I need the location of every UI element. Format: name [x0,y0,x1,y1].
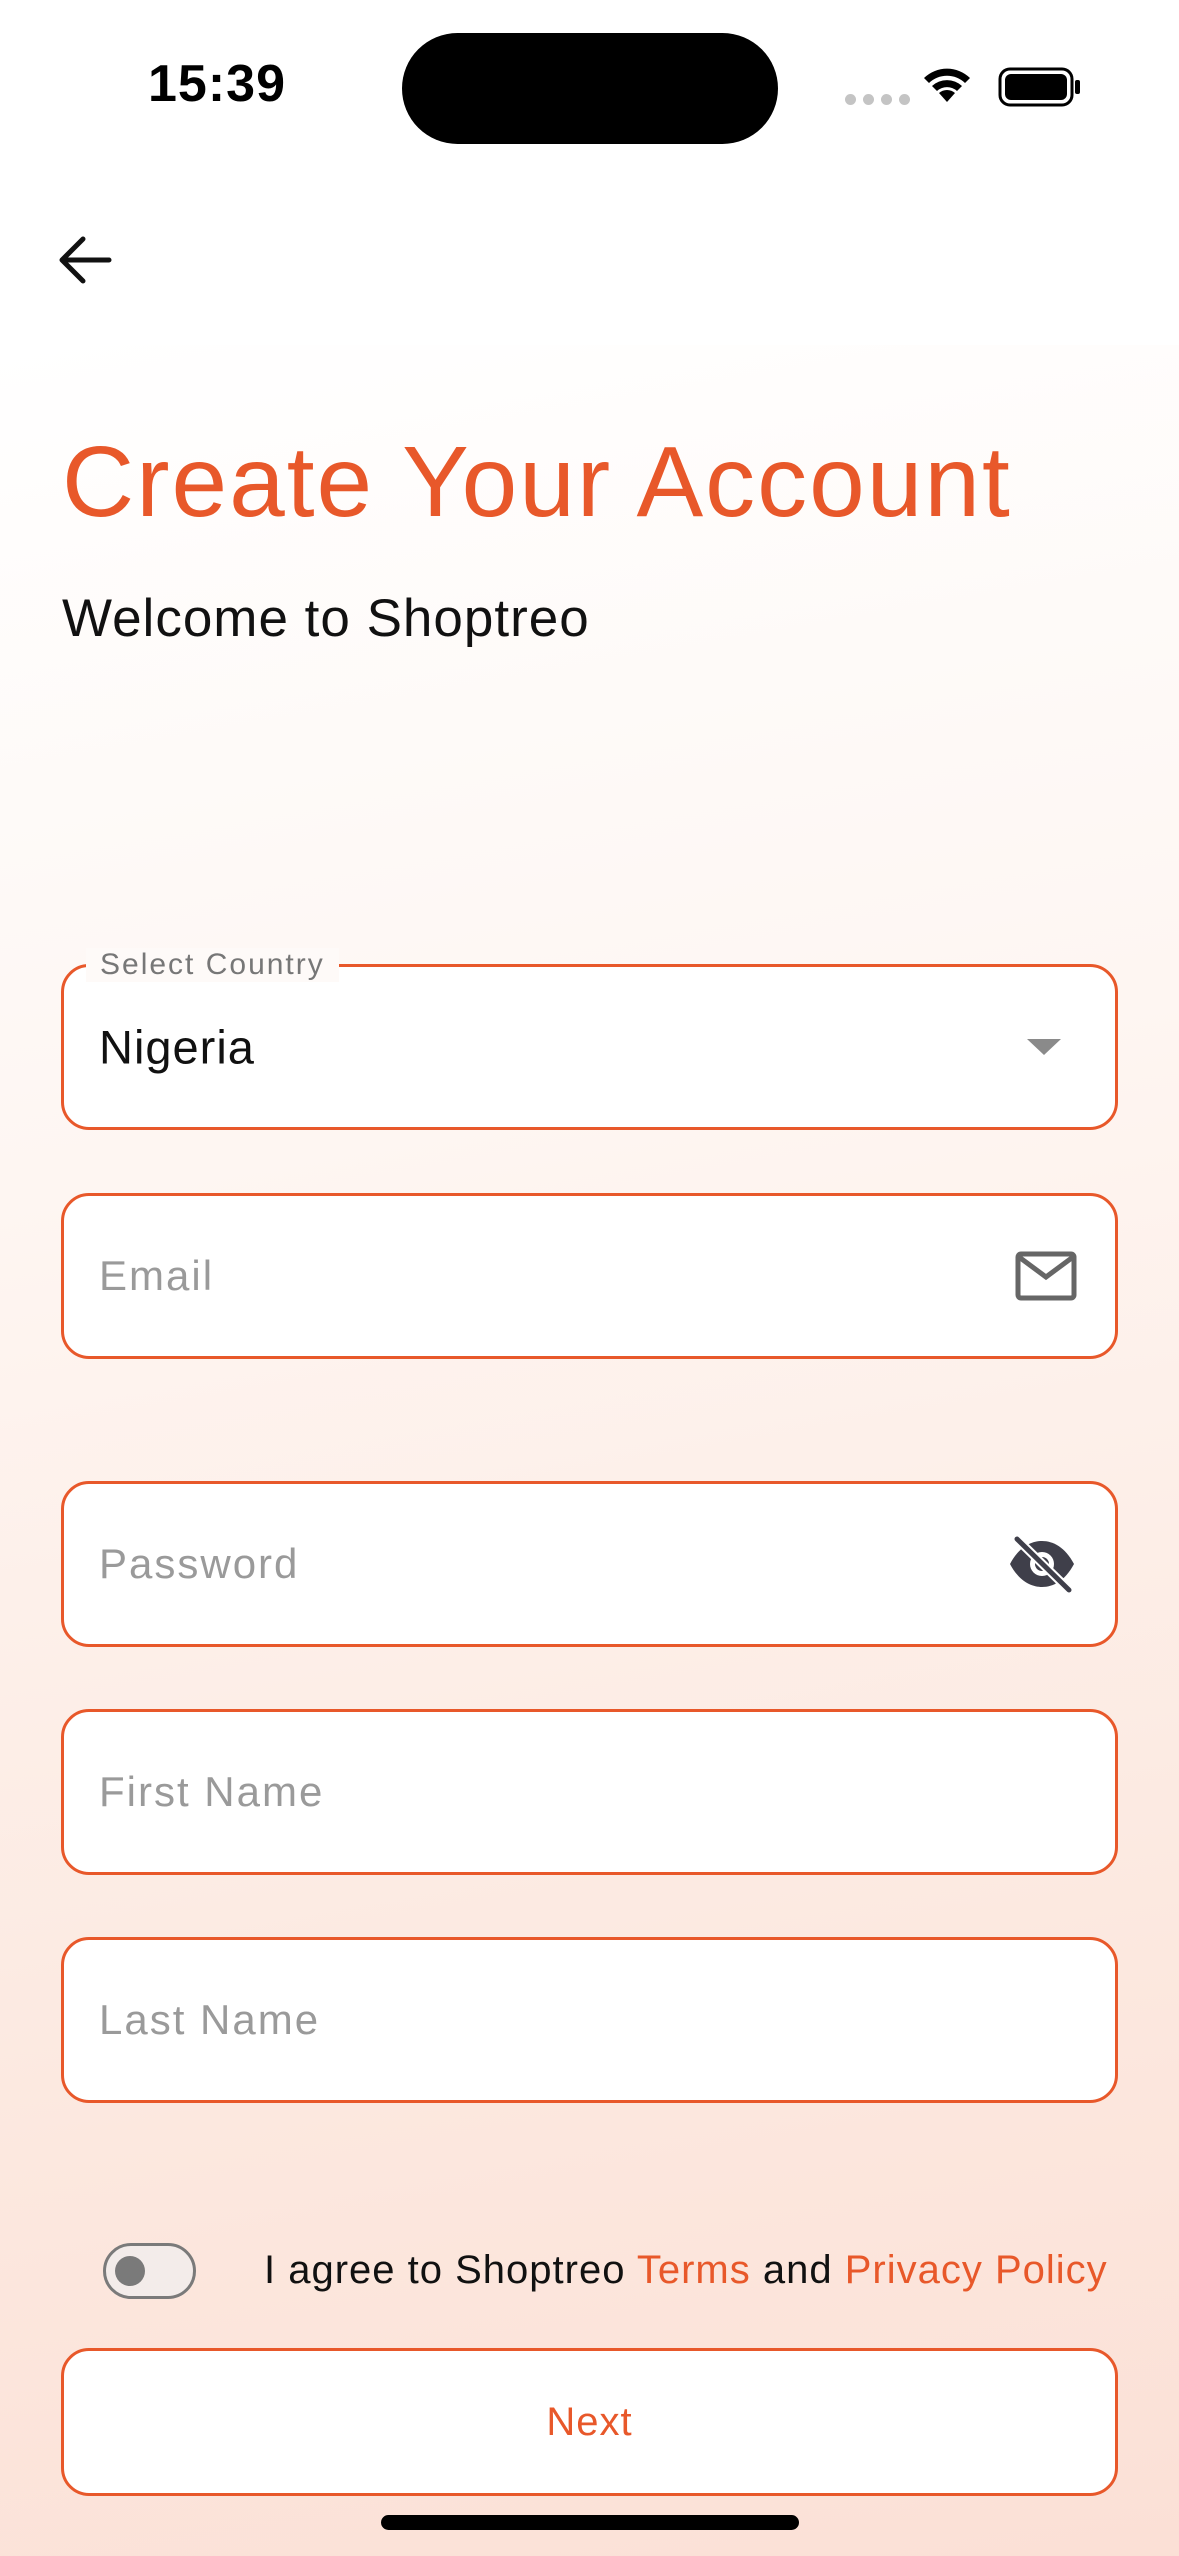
page-subtitle: Welcome to Shoptreo [62,589,590,648]
last-name-placeholder: Last Name [99,1996,321,2043]
email-field[interactable]: Email [61,1193,1118,1359]
email-placeholder: Email [99,1252,215,1299]
back-button[interactable] [50,225,120,295]
terms-link[interactable]: Terms [637,2248,751,2292]
home-indicator[interactable] [381,2515,799,2530]
terms-prefix: I agree to Shoptreo [264,2248,637,2292]
eye-off-icon[interactable] [1007,1535,1077,1593]
first-name-field[interactable]: First Name [61,1709,1118,1875]
dynamic-island [402,33,778,144]
last-name-field[interactable]: Last Name [61,1937,1118,2103]
first-name-placeholder: First Name [99,1768,325,1815]
country-select[interactable]: Select Country Nigeria [61,948,1118,1130]
status-time: 15:39 [148,55,286,113]
arrow-left-icon [59,236,112,284]
cellular-signal-icon [845,94,910,105]
battery-icon [998,67,1080,107]
terms-toggle[interactable] [103,2243,196,2299]
privacy-policy-link[interactable]: Privacy Policy [845,2248,1108,2292]
mail-icon [1015,1251,1077,1301]
toggle-knob [115,2256,145,2286]
next-button[interactable]: Next [61,2348,1118,2496]
password-field[interactable]: Password [61,1481,1118,1647]
page-title: Create Your Account [62,426,1012,538]
country-select-label: Select Country [86,948,339,982]
country-select-value: Nigeria [99,1020,255,1074]
password-placeholder: Password [99,1540,300,1587]
chevron-down-icon [1027,1039,1061,1055]
screen: 15:39 Create Your Account Welcome to Sho… [0,0,1179,2556]
terms-text: I agree to Shoptreo Terms and Privacy Po… [264,2248,1108,2293]
background-gradient [0,345,1179,2556]
wifi-icon [924,68,970,102]
terms-middle: and [750,2248,845,2292]
